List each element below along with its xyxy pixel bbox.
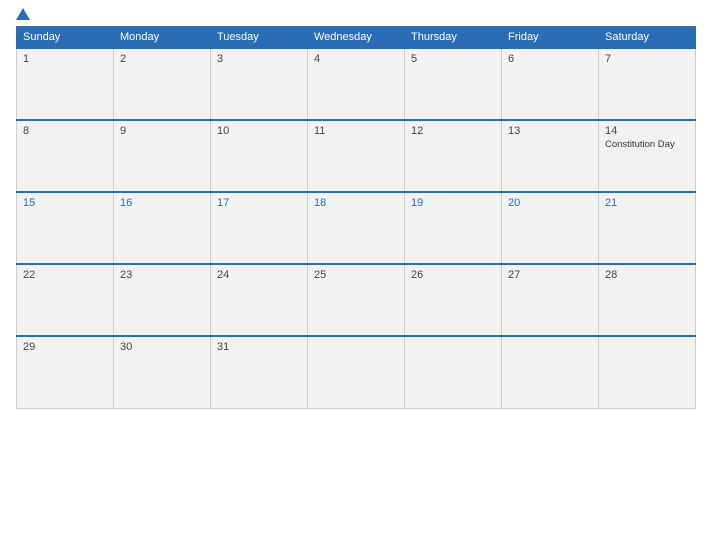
calendar-cell: 21 [599,192,696,264]
day-number: 31 [217,341,229,353]
day-header-friday: Friday [502,27,599,49]
day-header-tuesday: Tuesday [211,27,308,49]
calendar-cell: 29 [17,336,114,408]
day-number: 2 [120,53,126,65]
calendar-cell: 20 [502,192,599,264]
day-number: 23 [120,269,132,281]
calendar-cell [599,336,696,408]
day-number: 9 [120,125,126,137]
calendar-cell: 23 [114,264,211,336]
logo-blue-text [16,10,32,20]
day-number: 30 [120,341,132,353]
day-number: 7 [605,53,611,65]
calendar-cell: 19 [405,192,502,264]
calendar-cell: 14 Constitution Day [599,120,696,192]
calendar-week-row: 22 23 24 25 26 27 28 [17,264,696,336]
day-number: 22 [23,269,35,281]
calendar-cell: 16 [114,192,211,264]
calendar-cell: 18 [308,192,405,264]
calendar-cell: 28 [599,264,696,336]
day-header-monday: Monday [114,27,211,49]
calendar-cell [405,336,502,408]
day-number: 6 [508,53,514,65]
calendar-week-row: 15 16 17 18 19 20 21 [17,192,696,264]
calendar-cell: 6 [502,48,599,120]
day-number: 24 [217,269,229,281]
calendar-cell: 5 [405,48,502,120]
calendar-cell: 4 [308,48,405,120]
day-number: 8 [23,125,29,137]
calendar-cell [308,336,405,408]
calendar-cell: 12 [405,120,502,192]
day-number: 21 [605,197,617,209]
calendar-cell: 30 [114,336,211,408]
day-number: 3 [217,53,223,65]
calendar-table: SundayMondayTuesdayWednesdayThursdayFrid… [16,26,696,409]
day-number: 14 [605,125,617,137]
calendar-week-row: 1 2 3 4 5 6 7 [17,48,696,120]
day-number: 12 [411,125,423,137]
calendar-cell: 27 [502,264,599,336]
calendar-cell: 1 [17,48,114,120]
day-number: 29 [23,341,35,353]
calendar-cell: 24 [211,264,308,336]
logo-triangle-icon [16,8,30,20]
logo [16,10,32,20]
calendar-cell: 13 [502,120,599,192]
calendar-cell: 22 [17,264,114,336]
calendar-header-row: SundayMondayTuesdayWednesdayThursdayFrid… [17,27,696,49]
calendar-cell: 7 [599,48,696,120]
day-number: 26 [411,269,423,281]
day-header-sunday: Sunday [17,27,114,49]
calendar-cell: 2 [114,48,211,120]
day-number: 13 [508,125,520,137]
day-number: 10 [217,125,229,137]
day-number: 20 [508,197,520,209]
day-header-saturday: Saturday [599,27,696,49]
day-number: 4 [314,53,320,65]
day-number: 19 [411,197,423,209]
day-number: 25 [314,269,326,281]
day-header-thursday: Thursday [405,27,502,49]
calendar-week-row: 29 30 31 [17,336,696,408]
day-number: 16 [120,197,132,209]
calendar-header [16,10,696,20]
calendar-cell: 9 [114,120,211,192]
calendar-cell: 11 [308,120,405,192]
day-number: 18 [314,197,326,209]
calendar-cell: 15 [17,192,114,264]
day-header-wednesday: Wednesday [308,27,405,49]
calendar-cell [502,336,599,408]
calendar-cell: 8 [17,120,114,192]
day-number: 5 [411,53,417,65]
calendar-cell: 26 [405,264,502,336]
day-number: 1 [23,53,29,65]
calendar-cell: 17 [211,192,308,264]
calendar-week-row: 8 9 10 11 12 13 14 Constitution Day [17,120,696,192]
calendar-cell: 25 [308,264,405,336]
calendar-cell: 31 [211,336,308,408]
calendar-cell: 3 [211,48,308,120]
day-number: 28 [605,269,617,281]
day-number: 27 [508,269,520,281]
day-number: 17 [217,197,229,209]
day-number: 11 [314,125,325,137]
calendar-page: SundayMondayTuesdayWednesdayThursdayFrid… [0,0,712,550]
calendar-cell: 10 [211,120,308,192]
event-label: Constitution Day [605,139,689,150]
day-number: 15 [23,197,35,209]
